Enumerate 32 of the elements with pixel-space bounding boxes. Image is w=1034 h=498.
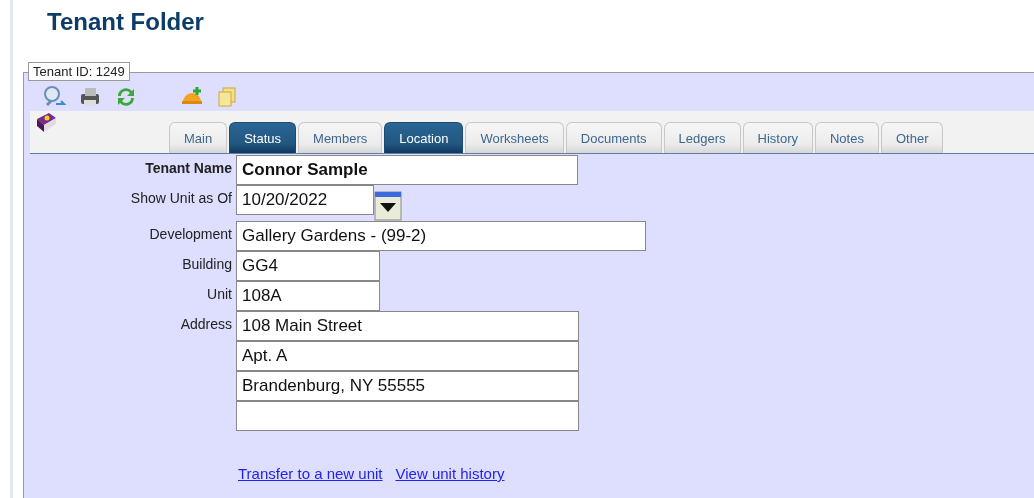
tab[interactable]: Members <box>298 122 383 153</box>
input-field[interactable]: Brandenburg, NY 55555 <box>236 371 579 401</box>
tab[interactable]: Ledgers <box>663 122 741 153</box>
field-label: Show Unit as Of <box>129 189 232 208</box>
input-field[interactable]: 10/20/2022 <box>236 185 374 215</box>
input-field[interactable]: 108A <box>236 281 380 311</box>
printer-icon[interactable] <box>78 85 102 109</box>
page-title: Tenant Folder <box>47 8 204 36</box>
link[interactable]: Transfer to a new unit <box>238 465 383 482</box>
tab[interactable]: Notes <box>815 122 879 153</box>
field-label: Development <box>148 225 232 244</box>
input-field[interactable]: 108 Main Street <box>236 311 579 341</box>
input-field[interactable]: GG4 <box>236 251 380 281</box>
field-label: Tenant Name <box>144 159 232 178</box>
tab[interactable]: Status <box>229 122 297 153</box>
input-field[interactable]: Gallery Gardens - (99-2) <box>236 221 646 251</box>
field-label: Building <box>181 255 232 274</box>
tab[interactable]: History <box>742 122 813 153</box>
input-field[interactable]: Connor Sample <box>236 155 578 185</box>
tab[interactable]: Main <box>169 122 228 153</box>
calendar-dropdown-icon[interactable] <box>374 191 402 221</box>
tab[interactable]: Other <box>880 122 944 153</box>
field-label: Address <box>179 315 232 334</box>
tab[interactable]: Worksheets <box>465 122 564 153</box>
help-book-icon[interactable] <box>34 111 58 135</box>
tab[interactable]: Documents <box>565 122 662 153</box>
tenant-id-legend: Tenant ID: 1249 <box>28 62 130 81</box>
input-field[interactable] <box>236 401 579 431</box>
input-field[interactable]: Apt. A <box>236 341 579 371</box>
tab[interactable]: Location <box>384 122 464 153</box>
link[interactable]: View unit history <box>395 465 505 482</box>
field-label: Unit <box>206 285 232 304</box>
